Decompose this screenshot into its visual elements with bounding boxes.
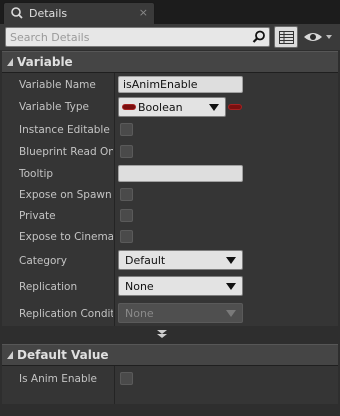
variable-name-label: Variable Name bbox=[19, 79, 96, 91]
variable-name-field[interactable]: isAnimEnable bbox=[118, 76, 243, 93]
close-icon[interactable]: × bbox=[139, 6, 148, 19]
container-type-icon[interactable] bbox=[228, 104, 242, 110]
expose-to-cinematics-label: Expose to Cinemat bbox=[19, 231, 113, 243]
private-checkbox[interactable] bbox=[120, 209, 133, 222]
replication-condition-value: None bbox=[125, 307, 154, 320]
search-icon[interactable] bbox=[252, 30, 266, 44]
chevron-down-icon bbox=[209, 104, 219, 111]
is-anim-enable-label: Is Anim Enable bbox=[19, 373, 97, 385]
eye-icon[interactable] bbox=[302, 28, 336, 46]
variable-type-label: Variable Type bbox=[19, 101, 89, 113]
replication-value: None bbox=[125, 280, 154, 293]
chevron-down-icon bbox=[226, 257, 236, 264]
tab-details[interactable]: Details × bbox=[3, 2, 155, 24]
blueprint-read-only-label: Blueprint Read Onl bbox=[19, 146, 113, 158]
blueprint-icon bbox=[11, 7, 23, 19]
section-title: Variable bbox=[17, 55, 73, 69]
category-dropdown[interactable]: Default bbox=[118, 250, 243, 270]
tooltip-label: Tooltip bbox=[19, 168, 54, 180]
blueprint-read-only-checkbox[interactable] bbox=[120, 145, 133, 158]
expose-on-spawn-label: Expose on Spawn bbox=[19, 189, 112, 201]
replication-condition-label: Replication Conditi bbox=[19, 308, 113, 320]
variable-type-dropdown[interactable]: Boolean bbox=[118, 97, 226, 117]
search-placeholder: Search Details bbox=[10, 31, 90, 44]
tab-title: Details bbox=[29, 7, 68, 20]
variable-type-value: Boolean bbox=[138, 101, 183, 114]
collapse-arrow-icon bbox=[7, 58, 13, 66]
instance-editable-label: Instance Editable bbox=[19, 124, 110, 136]
replication-dropdown[interactable]: None bbox=[118, 276, 243, 296]
category-value: Default bbox=[125, 254, 166, 267]
replication-condition-dropdown: None bbox=[118, 303, 243, 323]
default-value-panel: Is Anim Enable bbox=[2, 366, 338, 404]
grid-icon bbox=[279, 31, 294, 44]
advanced-expander[interactable] bbox=[2, 329, 338, 339]
column-divider[interactable] bbox=[114, 366, 115, 404]
tab-bar: Details × bbox=[0, 0, 340, 24]
replication-label: Replication bbox=[19, 281, 78, 293]
column-divider[interactable] bbox=[114, 73, 115, 326]
default-value-section-header[interactable]: Default Value bbox=[2, 344, 338, 366]
variable-section-header[interactable]: Variable bbox=[2, 51, 338, 73]
details-toolbar: Search Details bbox=[0, 24, 340, 50]
category-label: Category bbox=[19, 255, 67, 267]
property-matrix-button[interactable] bbox=[274, 26, 298, 48]
chevron-down-icon bbox=[226, 310, 236, 317]
chevron-down-icon bbox=[226, 283, 236, 290]
is-anim-enable-checkbox[interactable] bbox=[120, 372, 133, 385]
variable-panel: Variable Name isAnimEnable Variable Type… bbox=[2, 73, 338, 326]
private-label: Private bbox=[19, 210, 56, 222]
collapse-arrow-icon bbox=[7, 351, 13, 359]
tooltip-field[interactable] bbox=[118, 165, 243, 182]
boolean-pin-icon bbox=[122, 104, 136, 110]
instance-editable-checkbox[interactable] bbox=[120, 123, 133, 136]
expand-advanced-icon bbox=[157, 330, 167, 338]
expose-to-cinematics-checkbox[interactable] bbox=[120, 230, 133, 243]
section-title: Default Value bbox=[17, 348, 109, 362]
expose-on-spawn-checkbox[interactable] bbox=[120, 188, 133, 201]
search-input[interactable]: Search Details bbox=[5, 27, 270, 47]
